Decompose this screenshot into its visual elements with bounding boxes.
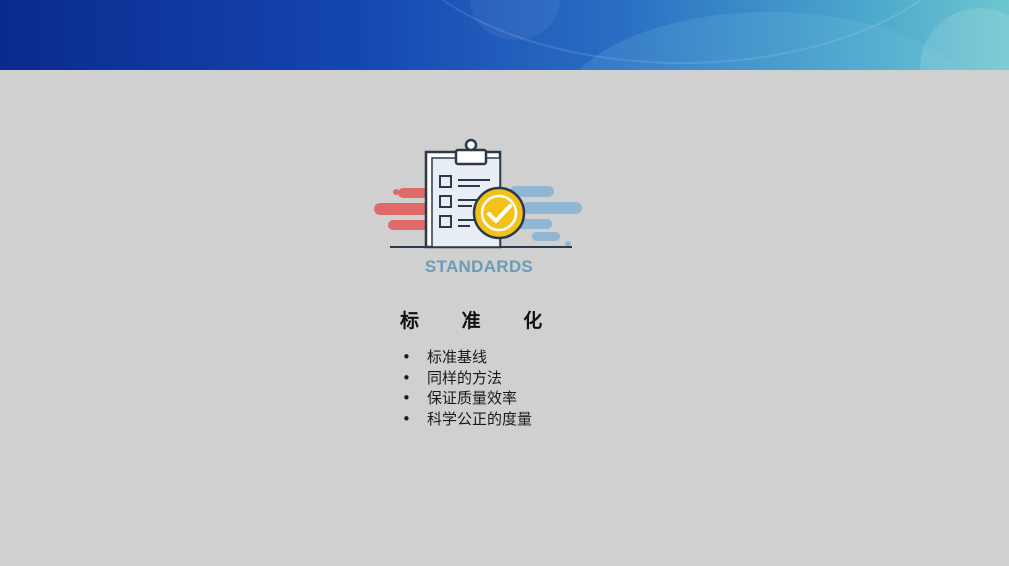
bullet-list: 标准基线 同样的方法 保证质量效率 科学公正的度量: [400, 347, 532, 429]
illustration-caption: STANDARDS: [424, 257, 534, 276]
checkmark-badge-icon: [472, 186, 526, 240]
header-banner: [0, 0, 1009, 70]
list-item: 标准基线: [400, 347, 532, 368]
slide-title: 标 准 化: [400, 310, 561, 332]
list-item: 保证质量效率: [400, 388, 532, 409]
list-item: 同样的方法: [400, 368, 532, 389]
list-item: 科学公正的度量: [400, 409, 532, 430]
red-stripes: [374, 188, 432, 230]
banner-swoosh: [920, 8, 1009, 70]
